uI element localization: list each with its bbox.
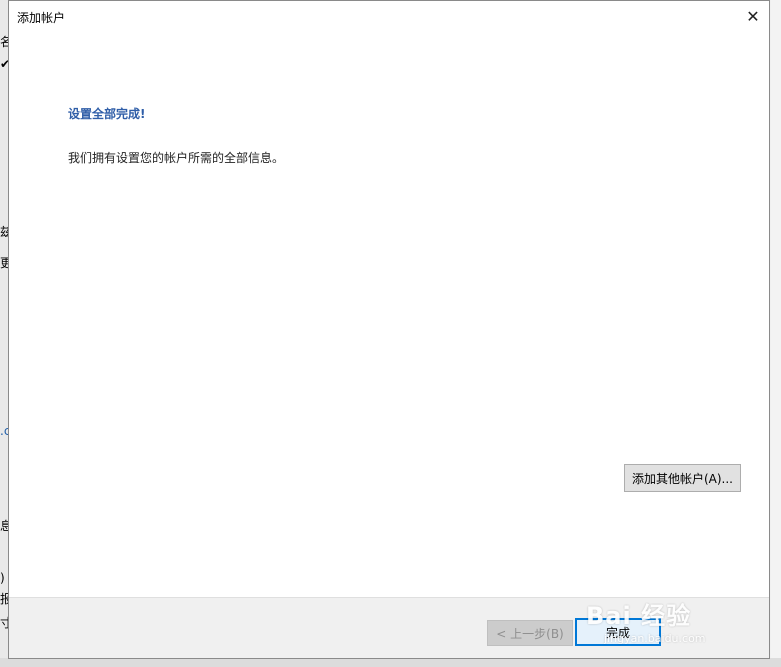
background-window-left	[0, 0, 8, 667]
baidu-watermark-url: jingyan.baidu.com	[604, 632, 706, 645]
back-button[interactable]: < 上一步(B)	[487, 620, 573, 646]
baidu-watermark: Bai 经验	[586, 602, 692, 630]
add-other-account-button[interactable]: 添加其他帐户(A)...	[624, 464, 741, 492]
bg-fragment: )	[0, 571, 5, 585]
setup-complete-message: 我们拥有设置您的帐户所需的全部信息。	[68, 151, 285, 165]
close-button[interactable]: ✕	[737, 1, 769, 31]
close-icon: ✕	[746, 6, 760, 26]
background-window-bottom	[0, 658, 781, 667]
dialog-title: 添加帐户	[17, 11, 66, 25]
title-bar[interactable]: 添加帐户 ✕	[9, 1, 769, 31]
add-account-dialog: 添加帐户 ✕ 设置全部完成! 我们拥有设置您的帐户所需的全部信息。 添加其他帐户…	[8, 0, 770, 659]
setup-complete-heading: 设置全部完成!	[68, 107, 146, 121]
background-window-right	[771, 0, 781, 667]
